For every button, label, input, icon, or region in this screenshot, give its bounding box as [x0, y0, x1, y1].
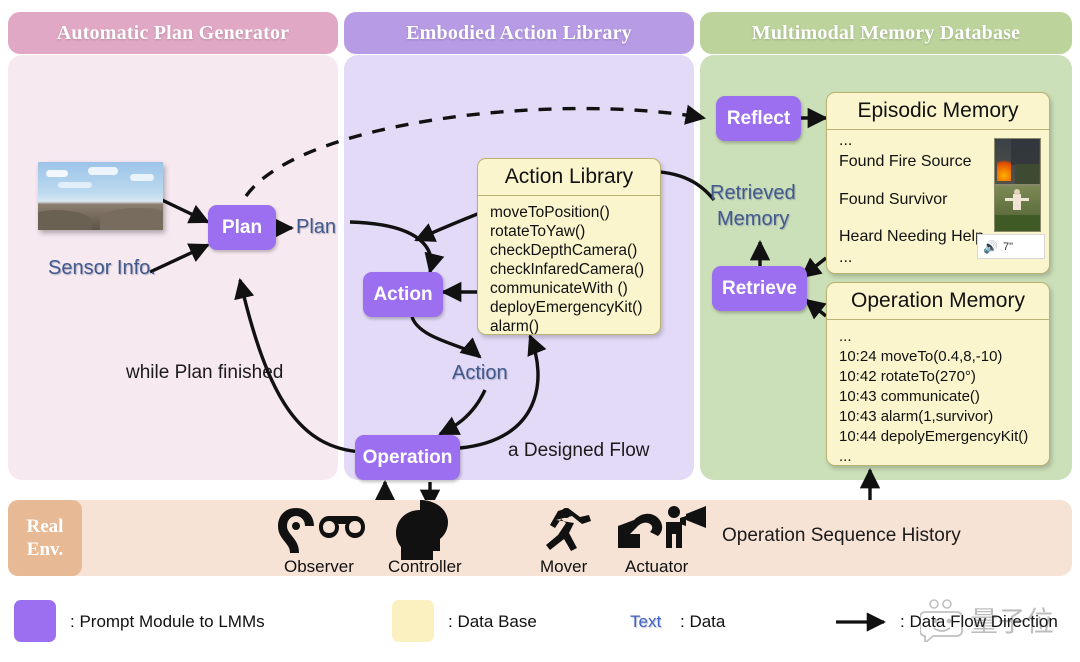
audio-duration: 7" [1002, 240, 1013, 253]
panel-header-plan-generator: Automatic Plan Generator [8, 12, 338, 54]
list-item: alarm() [490, 318, 540, 335]
panel-title-action-library: Embodied Action Library [406, 21, 632, 44]
env-badge-line1: Real [26, 516, 64, 537]
role-label-actuator: Actuator [625, 557, 689, 576]
operation-memory-card: Operation Memory ... 10:24 moveTo(0.4,8,… [826, 282, 1050, 466]
node-operation[interactable]: Operation [355, 435, 460, 480]
node-plan-label: Plan [221, 216, 263, 238]
smiley-logo-icon [920, 599, 963, 642]
list-item: moveToPosition() [490, 204, 610, 221]
list-item: 10:24 moveTo(0.4,8,-10) [839, 348, 1003, 365]
operation-top-ellipsis: ... [839, 328, 852, 345]
panel-header-memory-database: Multimodal Memory Database [700, 12, 1072, 54]
panel-title-plan-generator: Automatic Plan Generator [56, 21, 290, 44]
legend-label-data: : Data [680, 612, 726, 631]
node-retrieve-label: Retrieve [722, 277, 797, 299]
legend-swatch-prompt-module [14, 600, 56, 642]
label-while-plan-finished: while Plan finished [126, 362, 284, 383]
panel-header-action-library: Embodied Action Library [344, 12, 694, 54]
list-item: 10:42 rotateTo(270°) [839, 368, 976, 385]
node-action[interactable]: Action [363, 272, 443, 317]
role-label-controller: Controller [388, 557, 462, 576]
node-reflect-label: Reflect [726, 107, 791, 129]
operation-memory-list: ... 10:24 moveTo(0.4,8,-10) 10:42 rotate… [827, 320, 1049, 465]
env-badge-line2: Env. [26, 539, 64, 560]
action-library-list: moveToPosition() rotateToYaw() checkDept… [478, 196, 660, 335]
audio-clip-chip[interactable]: 🔊 7" [977, 234, 1045, 259]
episodic-entry-text: Heard Needing Help [839, 228, 984, 245]
label-retrieved-memory-line2: Memory [717, 208, 790, 230]
operation-memory-title: Operation Memory [827, 283, 1049, 320]
sensor-image-thumbnail [38, 162, 163, 230]
episodic-memory-title: Episodic Memory [827, 93, 1049, 130]
legend-swatch-database [392, 600, 434, 642]
legend-sample-data-text: Text [630, 612, 662, 631]
role-label-observer: Observer [284, 557, 354, 576]
list-item: deployEmergencyKit() [490, 299, 643, 316]
panel-title-memory-database: Multimodal Memory Database [751, 21, 1021, 44]
watermark-text: 量子位 [970, 607, 1055, 638]
list-item: communicateWith () [490, 280, 628, 297]
label-retrieved-memory-line1: Retrieved [710, 182, 796, 204]
episodic-memory-card: Episodic Memory ... Found Fire Source Fo… [826, 92, 1050, 274]
list-item: 10:43 communicate() [839, 388, 980, 405]
node-operation-label: Operation [362, 446, 453, 468]
node-plan[interactable]: Plan [208, 205, 276, 250]
list-item: 10:43 alarm(1,survivor) [839, 408, 994, 425]
node-retrieve[interactable]: Retrieve [712, 266, 807, 311]
list-item: 10:44 depolyEmergencyKit() [839, 428, 1029, 445]
watermark: 量子位 [920, 596, 1070, 644]
speaker-icon: 🔊 [983, 239, 998, 254]
survivor-thumbnail [994, 185, 1041, 232]
legend-label-database: : Data Base [448, 612, 537, 631]
legend-label-prompt-module: : Prompt Module to LMMs [70, 612, 265, 631]
label-operation-sequence-history: Operation Sequence History [722, 525, 961, 546]
label-action-data: Action [452, 362, 508, 384]
operation-bottom-ellipsis: ... [839, 448, 852, 465]
real-environment-badge: Real Env. [8, 500, 82, 576]
label-plan-data: Plan [296, 216, 337, 238]
action-library-card: Action Library moveToPosition() rotateTo… [477, 158, 661, 335]
list-item: rotateToYaw() [490, 223, 586, 240]
fire-thumbnail [994, 138, 1041, 185]
node-reflect[interactable]: Reflect [716, 96, 801, 141]
label-a-designed-flow: a Designed Flow [508, 440, 650, 461]
label-sensor-info: Sensor Info. [48, 257, 156, 279]
action-library-title: Action Library [478, 159, 660, 196]
node-action-label: Action [373, 283, 433, 305]
list-item: checkDepthCamera() [490, 242, 638, 259]
list-item: checkInfaredCamera() [490, 261, 645, 278]
role-label-mover: Mover [540, 557, 588, 576]
